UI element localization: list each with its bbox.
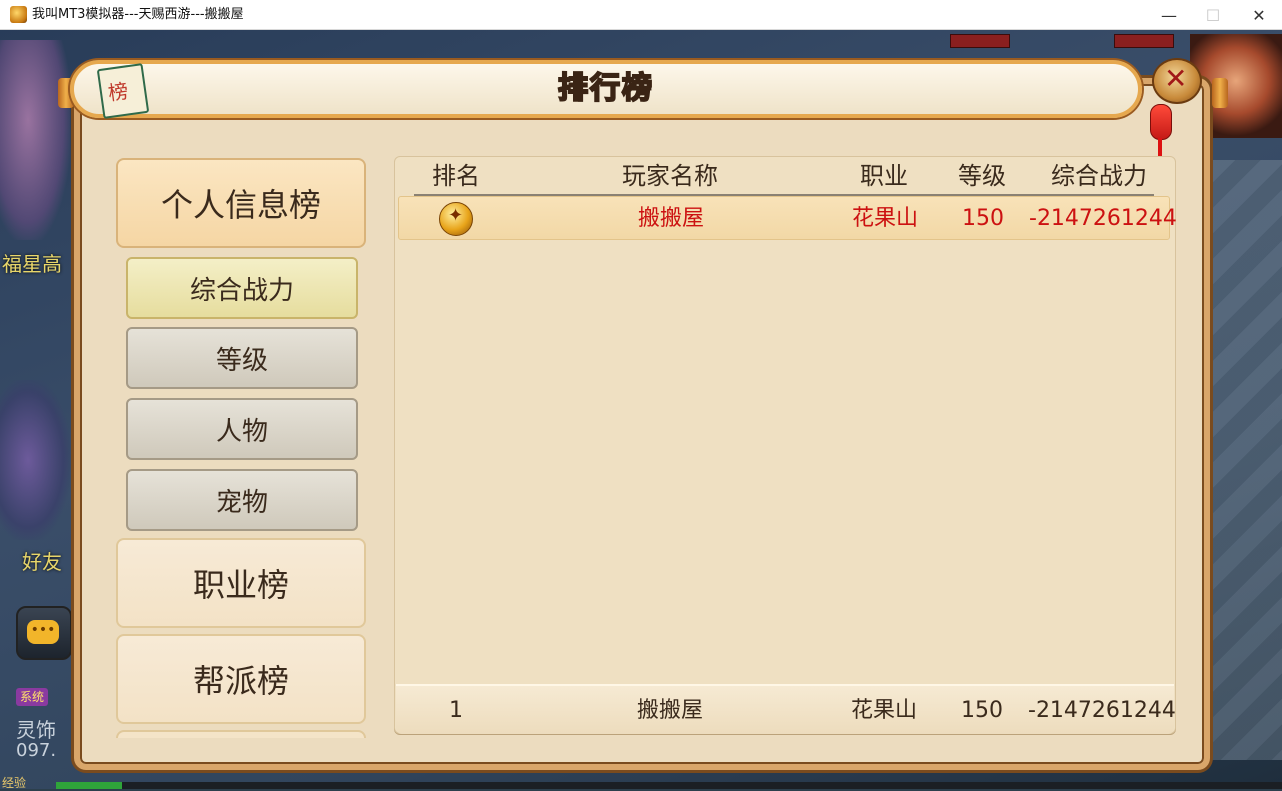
header-rank: 排名 — [432, 162, 480, 190]
lantern-icon — [1150, 104, 1172, 140]
header-power: 综合战力 — [1051, 162, 1147, 190]
maximize-button[interactable]: ☐ — [1190, 0, 1236, 30]
my-level: 150 — [961, 698, 1003, 723]
scroll-end-right — [1212, 78, 1228, 108]
chat-bubble-icon: ••• — [27, 620, 59, 644]
friends-label[interactable]: 好友 — [22, 546, 62, 575]
lantern-tassel — [1158, 138, 1162, 156]
row-player-name: 搬搬屋 — [637, 206, 704, 231]
header-level: 等级 — [958, 162, 1006, 190]
menu-personal-ranking[interactable]: 个人信息榜 — [116, 158, 366, 248]
my-career: 花果山 — [850, 698, 917, 723]
badge-char: 榜 — [106, 78, 130, 106]
dialog-header: 排行榜 — [70, 60, 1142, 118]
table-row[interactable]: ✦ 搬搬屋 花果山 150 -2147261244 — [398, 196, 1177, 240]
row-level: 150 — [962, 206, 1004, 231]
my-player-name: 搬搬屋 — [636, 698, 703, 723]
leaderboard-badge-icon: 榜 — [92, 62, 150, 120]
app-icon — [10, 6, 27, 23]
row-power: -2147261244 — [1029, 206, 1177, 231]
menu-career-ranking[interactable]: 职业榜 — [116, 538, 366, 628]
system-channel-badge: 系统 — [16, 688, 49, 706]
menu-guild-ranking[interactable]: 帮派榜 — [116, 634, 366, 724]
submenu-combat-power[interactable]: 综合战力 — [126, 257, 358, 319]
chat-message: 灵饰 — [16, 718, 56, 742]
chat-message: 097. — [16, 740, 57, 761]
submenu-pet[interactable]: 宠物 — [126, 469, 358, 531]
my-rank: 1 — [449, 698, 463, 723]
background-stairs — [1210, 160, 1282, 760]
background-character — [0, 380, 70, 540]
exp-bar — [56, 782, 1282, 789]
header-career: 职业 — [860, 162, 908, 190]
dialog-title: 排行榜 — [557, 70, 654, 107]
hp-bar — [950, 34, 1010, 48]
menu-more-item[interactable] — [116, 730, 366, 738]
window-title: 我叫MT3模拟器---天赐西游---搬搬屋 — [32, 7, 244, 22]
header-player-name: 玩家名称 — [622, 162, 718, 190]
ranking-table — [394, 156, 1176, 734]
close-icon: ✕ — [1164, 62, 1188, 95]
window-close-button[interactable]: ✕ — [1236, 0, 1282, 30]
chat-button[interactable]: ••• — [16, 606, 72, 660]
exp-bar-fill — [56, 782, 122, 789]
my-power: -2147261244 — [1028, 698, 1176, 723]
background-banner-text: 福星高 — [2, 252, 62, 276]
dialog-close-button[interactable]: ✕ — [1152, 58, 1202, 104]
gold-medal-icon: ✦ — [439, 202, 473, 236]
hp-bar — [1114, 34, 1174, 48]
table-header: 排名 玩家名称 职业 等级 综合战力 — [414, 156, 1154, 196]
minimize-button[interactable]: — — [1146, 0, 1192, 30]
exp-label: 经验 — [2, 776, 27, 790]
row-career: 花果山 — [851, 206, 918, 231]
my-ranking-row: 1 搬搬屋 花果山 150 -2147261244 — [396, 684, 1176, 734]
submenu-character[interactable]: 人物 — [126, 398, 358, 460]
window-titlebar: 我叫MT3模拟器---天赐西游---搬搬屋 — ☐ ✕ — [0, 0, 1282, 30]
background-character — [0, 40, 70, 240]
submenu-level[interactable]: 等级 — [126, 327, 358, 389]
